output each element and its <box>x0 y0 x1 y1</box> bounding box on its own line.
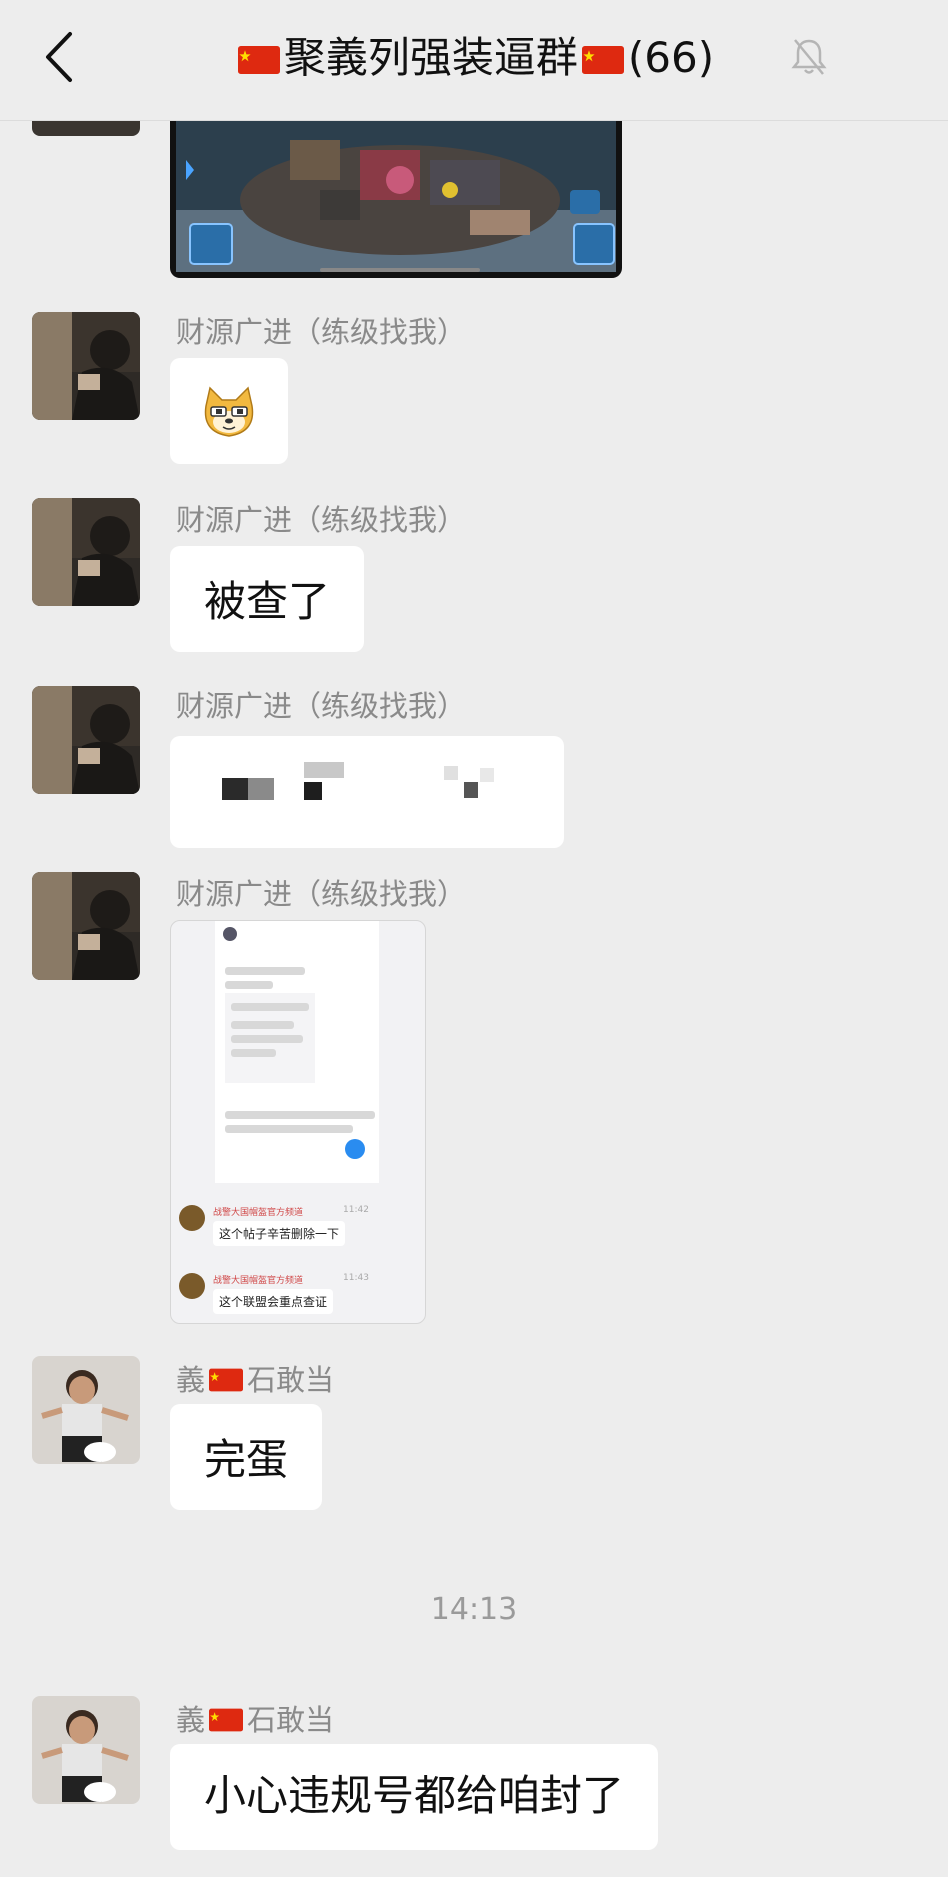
message-text: 小心违规号都给咱封了 <box>204 1771 625 1820</box>
message-timestamp: 14:13 <box>430 1592 518 1627</box>
forum-screenshot-image[interactable]: 战警大国帽盔官方频道 11:42 这个帖子辛苦删除一下 战警大国帽盔官方频道 1… <box>170 920 426 1324</box>
avatar[interactable] <box>32 872 140 980</box>
avatar-photo <box>32 1696 140 1804</box>
channel-time: 11:43 <box>343 1273 369 1283</box>
avatar[interactable] <box>32 498 140 606</box>
doge-emoji-icon <box>204 386 254 437</box>
avatar-photo <box>32 312 140 420</box>
chat-title-text: 聚義列强装逼群 <box>283 33 578 82</box>
message-text: 完蛋 <box>204 1435 289 1484</box>
game-scene <box>176 120 616 272</box>
muted-bell-icon <box>791 39 827 75</box>
channel-name: 战警大国帽盔官方频道 <box>213 1276 304 1286</box>
message-text: 被查了 <box>204 577 331 626</box>
sender-name: 财源广进（练级找我） <box>176 503 467 537</box>
china-flag-icon <box>209 1708 244 1732</box>
avatar[interactable] <box>32 1356 140 1464</box>
channel-time: 11:42 <box>343 1205 369 1215</box>
avatar[interactable] <box>32 686 140 794</box>
game-screenshot-image[interactable] <box>170 120 622 278</box>
avatar-photo <box>32 872 140 980</box>
channel-avatar <box>179 1205 205 1231</box>
message-bubble[interactable]: 完蛋 <box>170 1404 323 1510</box>
redaction-marks <box>222 762 494 800</box>
china-flag-icon <box>237 46 280 74</box>
channel-message: 这个联盟会重点查证 <box>213 1289 334 1314</box>
message-bubble[interactable]: 小心违规号都给咱封了 <box>170 1744 659 1850</box>
sender-name: 财源广进（练级找我） <box>176 877 467 911</box>
channel-name: 战警大国帽盔官方频道 <box>213 1208 304 1218</box>
post-screenshot <box>215 921 379 1183</box>
channel-message: 这个帖子辛苦删除一下 <box>213 1221 346 1246</box>
avatar-photo <box>32 686 140 794</box>
china-flag-icon <box>581 46 624 74</box>
avatar-photo <box>32 1356 140 1464</box>
avatar[interactable] <box>32 312 140 420</box>
channel-avatar <box>179 1273 205 1299</box>
sender-name: 義石敢当 <box>176 1363 335 1397</box>
sender-name: 義石敢当 <box>176 1703 335 1737</box>
chat-header: 聚義列强装逼群 (66) <box>0 0 948 121</box>
member-count: (66) <box>627 33 715 82</box>
sender-name: 财源广进（练级找我） <box>176 315 467 349</box>
sender-name: 财源广进（练级找我） <box>176 689 467 723</box>
message-bubble[interactable]: 被查了 <box>170 546 365 652</box>
avatar[interactable] <box>32 1696 140 1804</box>
message-bubble[interactable] <box>170 358 288 464</box>
redacted-message-bubble[interactable] <box>170 736 564 848</box>
avatar-photo <box>32 498 140 606</box>
china-flag-icon <box>209 1368 244 1392</box>
